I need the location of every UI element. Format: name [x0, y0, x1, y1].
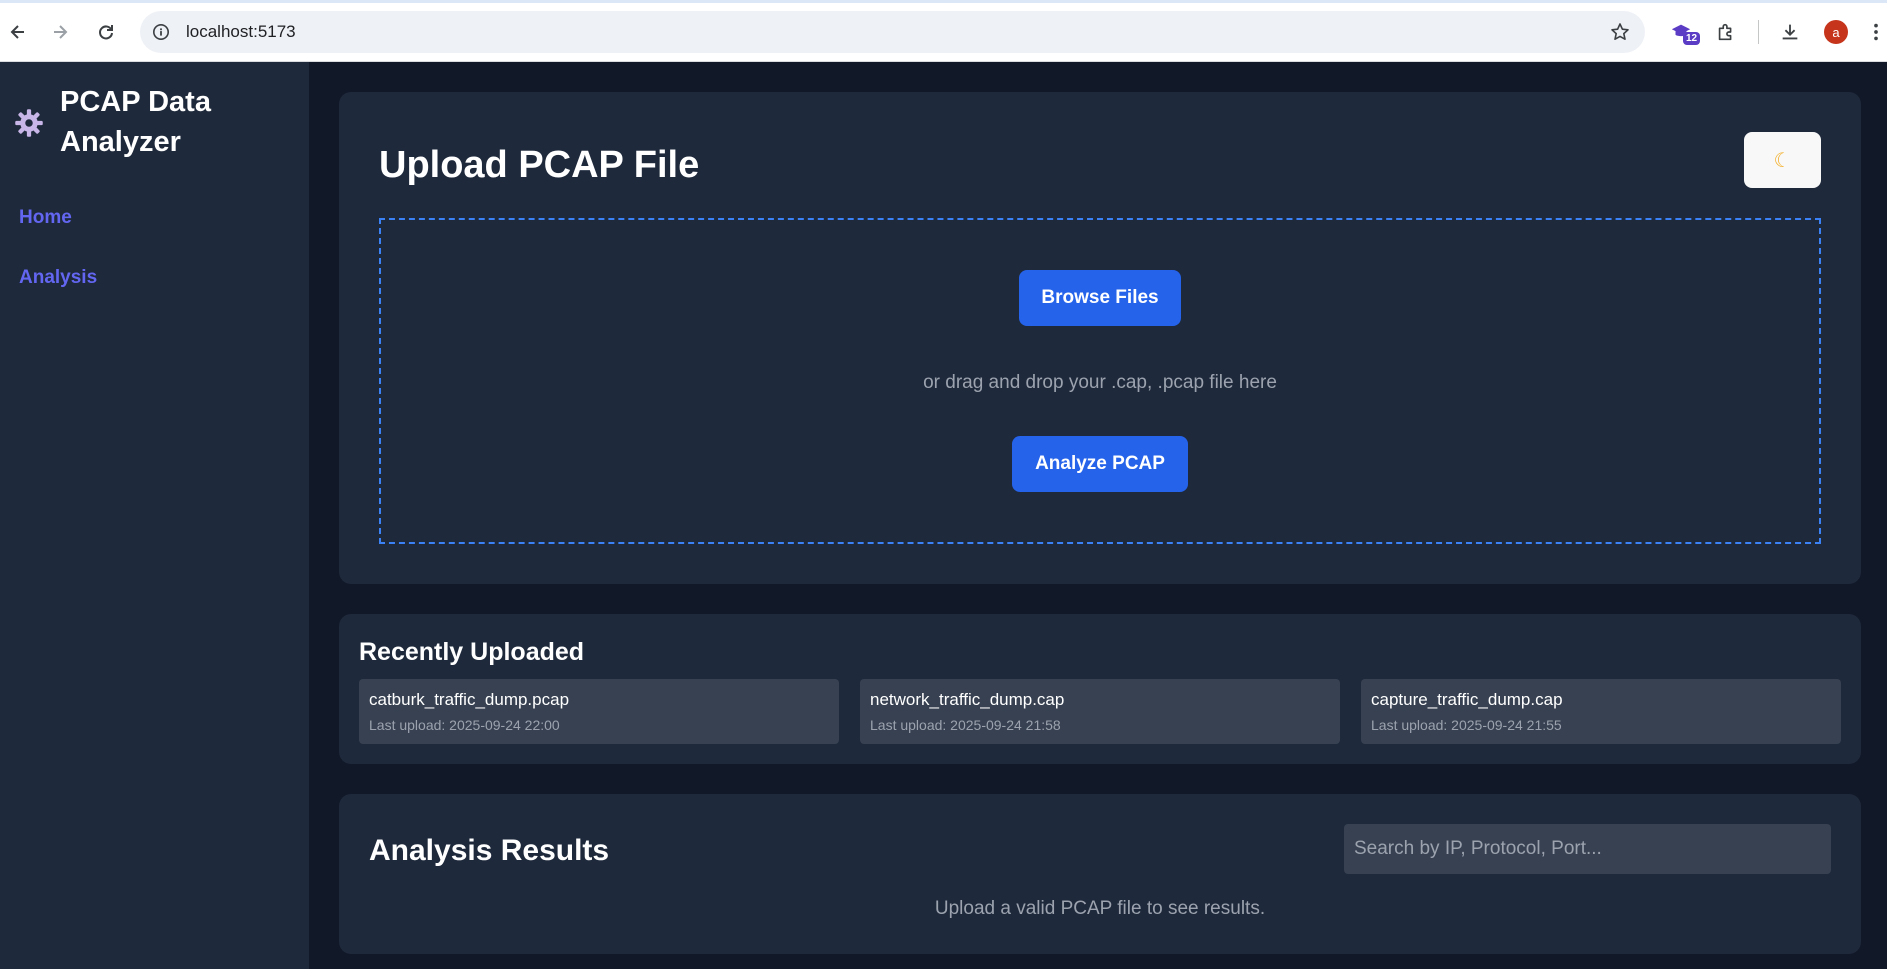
recent-upload-item[interactable]: capture_traffic_dump.cap Last upload: 20… — [1361, 679, 1841, 744]
recent-upload-date: Last upload: 2025-09-24 22:00 — [369, 717, 560, 733]
browse-files-button[interactable]: Browse Files — [1019, 270, 1181, 326]
page-title: Upload PCAP File — [379, 144, 700, 186]
tab-strip-edge — [0, 0, 1887, 3]
reload-icon[interactable] — [92, 18, 120, 46]
recent-uploads-title: Recently Uploaded — [359, 638, 585, 666]
extension-icon[interactable]: 12 — [1667, 18, 1701, 46]
url-text: localhost:5173 — [186, 22, 296, 41]
forward-icon[interactable] — [46, 18, 74, 46]
app-title-line2: Analyzer — [60, 126, 181, 158]
recent-upload-item[interactable]: network_traffic_dump.cap Last upload: 20… — [860, 679, 1340, 744]
upload-card: Upload PCAP File ☾ Browse Files or drag … — [339, 92, 1861, 584]
analyze-pcap-button[interactable]: Analyze PCAP — [1012, 436, 1188, 492]
recent-upload-filename: capture_traffic_dump.cap — [1371, 690, 1563, 709]
app-title: PCAP Data Analyzer — [60, 82, 300, 162]
empty-results-message: Upload a valid PCAP file to see results. — [934, 898, 1266, 919]
app-title-line1: PCAP Data — [60, 86, 211, 118]
bookmark-star-icon[interactable] — [1609, 21, 1631, 43]
recent-upload-date: Last upload: 2025-09-24 21:55 — [1371, 717, 1562, 733]
search-input[interactable] — [1344, 824, 1831, 874]
site-info-icon[interactable] — [150, 21, 172, 43]
analysis-results-card: Analysis Results Upload a valid PCAP fil… — [339, 794, 1861, 954]
profile-avatar[interactable]: a — [1824, 20, 1848, 44]
sidebar-item-home[interactable]: Home — [19, 207, 72, 229]
recent-upload-date: Last upload: 2025-09-24 21:58 — [870, 717, 1061, 733]
toolbar-divider — [1758, 20, 1759, 44]
recent-upload-filename: catburk_traffic_dump.pcap — [369, 690, 570, 709]
back-icon[interactable] — [4, 18, 32, 46]
analysis-results-title: Analysis Results — [369, 834, 610, 867]
sidebar-item-analysis[interactable]: Analysis — [19, 267, 97, 289]
gear-icon — [14, 108, 44, 138]
address-bar[interactable]: localhost:5173 — [140, 11, 1645, 53]
extension-badge: 12 — [1683, 32, 1701, 45]
drop-hint-text: or drag and drop your .cap, .pcap file h… — [923, 372, 1277, 393]
puzzle-icon[interactable] — [1712, 18, 1740, 46]
moon-icon: ☾ — [1773, 149, 1792, 172]
file-dropzone[interactable]: Browse Files or drag and drop your .cap,… — [379, 218, 1821, 544]
theme-toggle-button[interactable]: ☾ — [1744, 132, 1821, 188]
browser-toolbar: localhost:5173 12 a — [0, 0, 1887, 62]
recent-uploads-card: Recently Uploaded catburk_traffic_dump.p… — [339, 614, 1861, 764]
recent-upload-filename: network_traffic_dump.cap — [870, 690, 1065, 709]
recent-upload-item[interactable]: catburk_traffic_dump.pcap Last upload: 2… — [359, 679, 839, 744]
download-icon[interactable] — [1776, 18, 1804, 46]
kebab-menu-icon[interactable] — [1866, 18, 1886, 46]
sidebar: PCAP Data Analyzer Home Analysis — [0, 62, 309, 969]
